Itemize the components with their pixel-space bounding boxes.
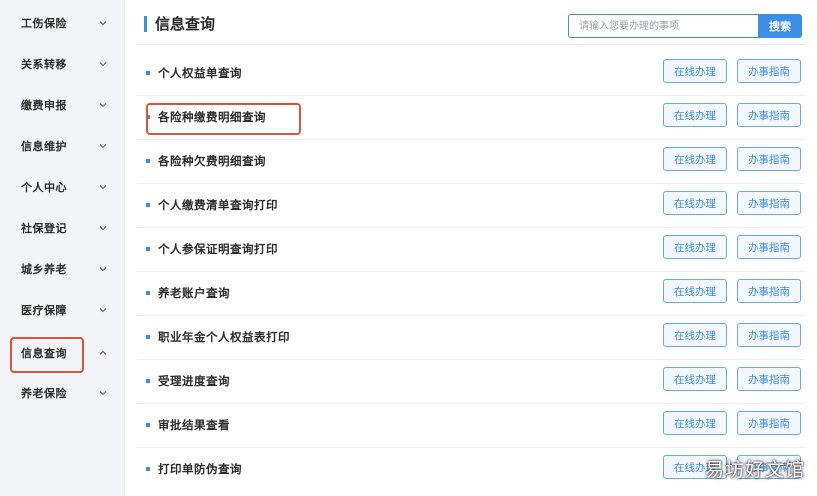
online-handle-button[interactable]: 在线办理	[663, 147, 727, 171]
list-item: 受理进度查询 在线办理 办事指南	[137, 360, 805, 404]
online-handle-button[interactable]: 在线办理	[663, 323, 727, 347]
chevron-up-icon	[99, 349, 107, 357]
list-item: 个人权益单查询 在线办理 办事指南	[137, 52, 805, 96]
chevron-down-icon	[99, 224, 107, 232]
list-item-label[interactable]: 个人权益单查询	[158, 65, 242, 81]
guide-button[interactable]: 办事指南	[737, 235, 801, 259]
list-item: 个人参保证明查询打印 在线办理 办事指南	[137, 228, 805, 272]
online-handle-button[interactable]: 在线办理	[663, 191, 727, 215]
list-item-label[interactable]: 审批结果查看	[158, 417, 230, 433]
guide-button[interactable]: 办事指南	[737, 411, 801, 435]
header-divider	[137, 44, 805, 45]
list-item: 职业年金个人权益表打印 在线办理 办事指南	[137, 316, 805, 360]
bullet-icon	[146, 379, 150, 383]
guide-button[interactable]: 办事指南	[737, 323, 801, 347]
sidebar-item-info-maintenance[interactable]: 信息维护	[0, 126, 122, 166]
sidebar-item-label: 养老保险	[21, 387, 67, 400]
online-handle-button[interactable]: 在线办理	[663, 411, 727, 435]
list-item: 各险种欠费明细查询 在线办理 办事指南	[137, 140, 805, 184]
chevron-down-icon	[99, 306, 107, 314]
sidebar-item-personal-center[interactable]: 个人中心	[0, 167, 122, 207]
list-item-label[interactable]: 打印单防伪查询	[158, 461, 242, 477]
guide-button[interactable]: 办事指南	[737, 191, 801, 215]
bullet-icon	[146, 159, 150, 163]
online-handle-button[interactable]: 在线办理	[663, 235, 727, 259]
sidebar-item-social-insurance-registration[interactable]: 社保登记	[0, 208, 122, 248]
list-item: 养老账户查询 在线办理 办事指南	[137, 272, 805, 316]
chevron-down-icon	[99, 265, 107, 273]
guide-button[interactable]: 办事指南	[737, 103, 801, 127]
chevron-down-icon	[99, 142, 107, 150]
list-item-label[interactable]: 受理进度查询	[158, 373, 230, 389]
list-item: 个人缴费清单查询打印 在线办理 办事指南	[137, 184, 805, 228]
guide-button[interactable]: 办事指南	[737, 279, 801, 303]
sidebar-item-urban-rural-pension[interactable]: 城乡养老	[0, 249, 122, 289]
bullet-icon	[146, 423, 150, 427]
sidebar: 工伤保险 关系转移 缴费申报 信息维护 个人中心 社保登记 城乡养老 医疗保障 …	[0, 0, 122, 496]
sidebar-highlight-box	[10, 337, 84, 373]
sidebar-item-label: 工伤保险	[21, 17, 67, 30]
sidebar-item-label: 社保登记	[21, 222, 67, 235]
sidebar-item-payment-declaration[interactable]: 缴费申报	[0, 85, 122, 125]
sidebar-item-medical-insurance[interactable]: 医疗保障	[0, 290, 122, 330]
sidebar-item-pension-insurance[interactable]: 养老保险	[0, 373, 122, 413]
search-input[interactable]	[568, 14, 759, 38]
list-item-label[interactable]: 个人缴费清单查询打印	[158, 197, 278, 213]
sidebar-item-label: 个人中心	[21, 181, 67, 194]
sidebar-item-label: 信息维护	[21, 140, 67, 153]
title-accent-bar	[144, 16, 147, 32]
list-item-label[interactable]: 个人参保证明查询打印	[158, 241, 278, 257]
sidebar-item-relation-transfer[interactable]: 关系转移	[0, 44, 122, 84]
watermark: 易坊好文馆	[704, 459, 805, 481]
list-item-label[interactable]: 养老账户查询	[158, 285, 230, 301]
list-item: 审批结果查看 在线办理 办事指南	[137, 404, 805, 448]
online-handle-button[interactable]: 在线办理	[663, 59, 727, 83]
online-handle-button[interactable]: 在线办理	[663, 103, 727, 127]
sidebar-item-label: 关系转移	[21, 58, 67, 71]
list-item-label[interactable]: 职业年金个人权益表打印	[158, 329, 290, 345]
guide-button[interactable]: 办事指南	[737, 59, 801, 83]
sidebar-item-label: 医疗保障	[21, 304, 67, 317]
main-panel: 信息查询 搜索 个人权益单查询 在线办理 办事指南 各险种缴费明细查询 在线办理…	[125, 0, 817, 496]
bullet-icon	[146, 203, 150, 207]
guide-button[interactable]: 办事指南	[737, 147, 801, 171]
chevron-down-icon	[99, 19, 107, 27]
bullet-icon	[146, 335, 150, 339]
chevron-down-icon	[99, 60, 107, 68]
online-handle-button[interactable]: 在线办理	[663, 279, 727, 303]
row-highlight-box	[146, 103, 301, 135]
search-button[interactable]: 搜索	[758, 14, 802, 38]
sidebar-item-work-injury[interactable]: 工伤保险	[0, 3, 122, 43]
bullet-icon	[146, 291, 150, 295]
page-title: 信息查询	[155, 15, 216, 33]
bullet-icon	[146, 71, 150, 75]
chevron-down-icon	[99, 389, 107, 397]
sidebar-item-label: 缴费申报	[21, 99, 67, 112]
guide-button[interactable]: 办事指南	[737, 367, 801, 391]
bullet-icon	[146, 247, 150, 251]
list-item-label[interactable]: 各险种欠费明细查询	[158, 153, 266, 169]
chevron-down-icon	[99, 183, 107, 191]
sidebar-item-label: 城乡养老	[21, 263, 67, 276]
chevron-down-icon	[99, 101, 107, 109]
online-handle-button[interactable]: 在线办理	[663, 367, 727, 391]
bullet-icon	[146, 467, 150, 471]
